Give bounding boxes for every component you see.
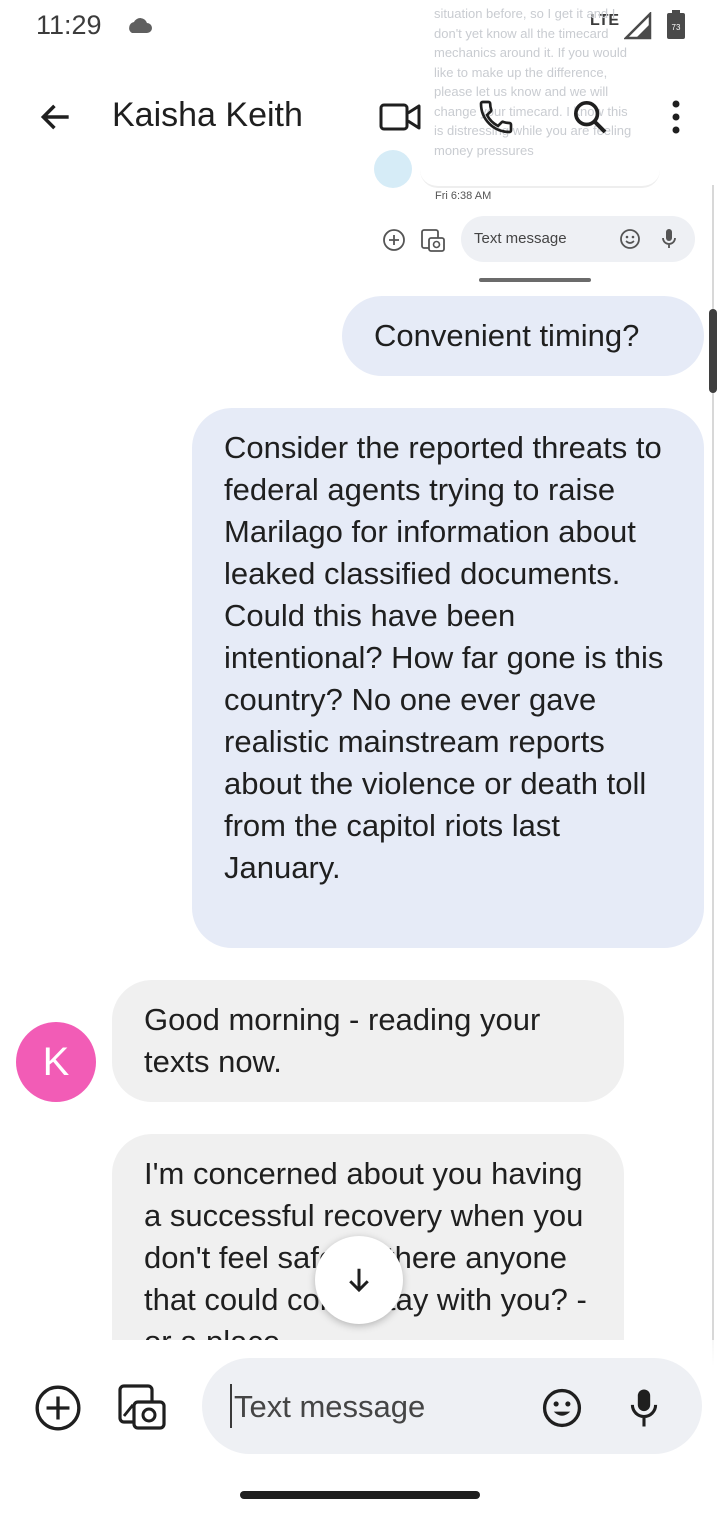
add-attachment-button[interactable] — [30, 1380, 86, 1436]
more-vert-icon — [672, 100, 680, 134]
scroll-to-bottom-button[interactable] — [315, 1236, 403, 1324]
text-caret — [230, 1384, 232, 1428]
phone-icon — [479, 100, 513, 134]
embedded-avatar — [374, 150, 412, 188]
incoming-message[interactable]: Good morning - reading your texts now. — [112, 980, 624, 1102]
outgoing-message[interactable]: Convenient timing? — [342, 296, 704, 376]
cloud-icon — [129, 18, 152, 33]
message-input-placeholder: Text message — [234, 1389, 426, 1424]
mic-icon — [630, 1389, 658, 1427]
emoji-button[interactable] — [536, 1382, 588, 1434]
gallery-camera-icon — [118, 1384, 166, 1430]
gesture-nav-handle[interactable] — [240, 1491, 480, 1499]
status-time: 11:29 — [36, 10, 102, 40]
embedded-timestamp: Fri 6:38 AM — [435, 190, 492, 202]
emoji-icon — [542, 1388, 582, 1428]
gallery-button[interactable] — [114, 1380, 170, 1436]
contact-avatar[interactable]: K — [16, 1022, 96, 1102]
call-button[interactable] — [472, 93, 520, 141]
more-options-button[interactable] — [652, 93, 700, 141]
embedded-mic-icon — [662, 229, 676, 248]
embedded-emoji-icon — [620, 229, 640, 249]
outgoing-message[interactable]: Consider the reported threats to federal… — [192, 408, 704, 948]
embedded-drag-handle — [479, 278, 591, 282]
add-circle-icon — [35, 1385, 81, 1431]
embedded-bubble — [420, 160, 660, 188]
message-list[interactable]: Convenient timing? Consider the reported… — [0, 290, 720, 1340]
search-button[interactable] — [566, 93, 614, 141]
contact-name[interactable]: Kaisha Keith — [112, 96, 303, 135]
back-arrow-icon — [40, 104, 69, 130]
arrow-down-icon — [349, 1268, 369, 1293]
video-call-icon — [379, 103, 421, 131]
voice-input-button[interactable] — [620, 1382, 668, 1434]
search-icon — [574, 101, 607, 134]
embedded-gallery-icon — [421, 229, 445, 252]
embedded-add-icon — [383, 229, 405, 251]
back-button[interactable] — [32, 93, 80, 141]
embedded-input-placeholder: Text message — [474, 230, 567, 247]
video-call-button[interactable] — [376, 93, 424, 141]
